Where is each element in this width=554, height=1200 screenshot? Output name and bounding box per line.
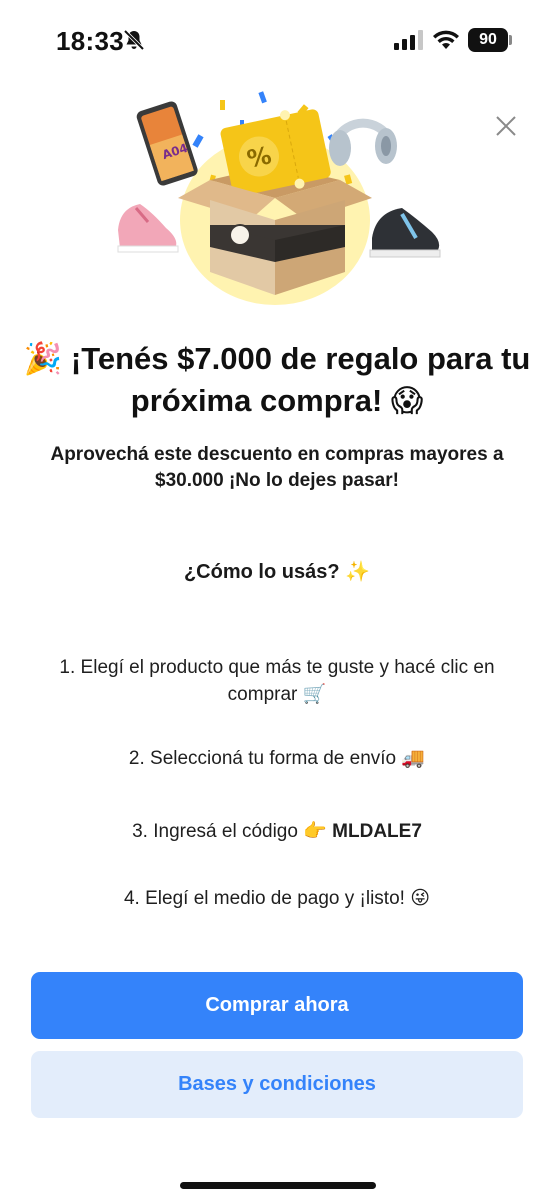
dark-shoe-image (369, 208, 441, 258)
close-button[interactable] (484, 104, 528, 148)
winking-face-icon: 😜 (410, 887, 431, 909)
pink-shoe-image (117, 204, 179, 253)
delivery-truck-icon: 🚚 (401, 747, 426, 769)
coupon-code: MLDALE7 (332, 821, 422, 842)
home-indicator[interactable] (180, 1182, 376, 1189)
pointing-hand-icon: 👉 (303, 820, 327, 842)
shopping-cart-icon: 🛒 (302, 683, 327, 705)
promo-subtitle: Aprovechá este descuento en compras mayo… (50, 444, 504, 491)
step-item: 2. Seleccioná tu forma de envío 🚚 (30, 745, 524, 772)
how-to-use-heading-text: ¿Cómo lo usás? (183, 561, 340, 583)
headphones-image (329, 118, 397, 166)
buy-now-button[interactable]: Comprar ahora (31, 972, 523, 1039)
promo-title: 🎉 ¡Tenés $7.000 de regalo para tu próxim… (20, 338, 534, 422)
step-item: 4. Elegí el medio de pago y ¡listo! 😜 (30, 885, 524, 912)
sparkles-icon: ✨ (345, 559, 371, 583)
step-item: 1. Elegí el producto que más te guste y … (30, 654, 524, 708)
step-item: 3. Ingresá el código 👉 MLDALE7 (30, 818, 524, 845)
promo-title-text: ¡Tenés $7.000 de regalo para tu próxima … (70, 341, 531, 418)
step-text: 1. Elegí el producto que más te guste y … (59, 657, 495, 705)
party-popper-icon: 🎉 (23, 341, 63, 377)
promo-screen: 18:33 90 A04 % 🎉 ¡Tenés $7.000 de regalo… (0, 0, 554, 1200)
battery-tip (509, 35, 512, 45)
wifi-icon (433, 30, 459, 49)
close-icon (496, 116, 516, 136)
bell-muted-icon (123, 29, 145, 51)
screaming-face-icon: 😱 (390, 383, 424, 419)
terms-button[interactable]: Bases y condiciones (31, 1051, 523, 1118)
status-bar: 18:33 90 (0, 0, 554, 84)
phone-image: A04 (136, 101, 198, 186)
battery-level: 90 (479, 31, 497, 48)
signal-icon (394, 30, 423, 50)
battery-icon: 90 (468, 28, 508, 52)
step-text: 3. Ingresá el código (132, 821, 298, 842)
gift-box-illustration: A04 % (117, 91, 441, 305)
step-text: 2. Seleccioná tu forma de envío (128, 748, 397, 769)
status-time: 18:33 (56, 26, 124, 56)
how-to-use-heading: ¿Cómo lo usás? ✨ (20, 559, 534, 584)
step-text: 4. Elegí el medio de pago y ¡listo! (123, 888, 405, 909)
